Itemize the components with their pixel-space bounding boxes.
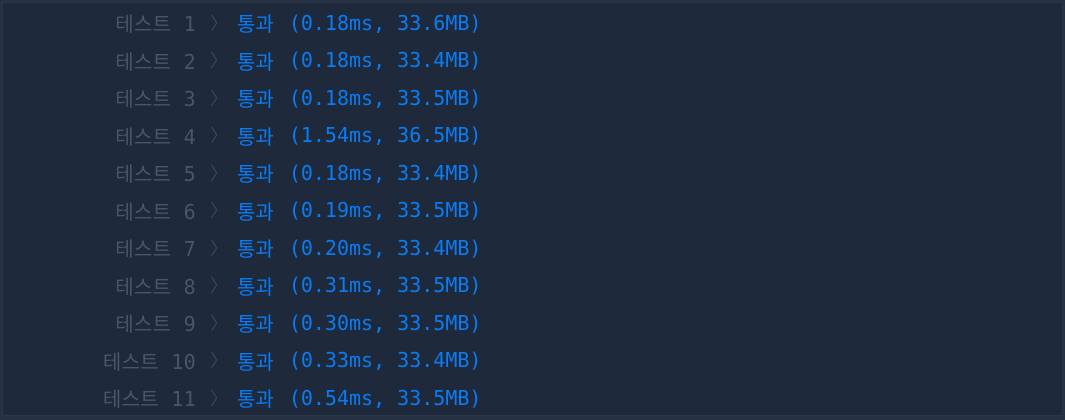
test-metrics: (0.18ms, 33.5MB) (288, 85, 482, 110)
test-status: 통과 (237, 312, 274, 337)
test-status: 통과 (237, 49, 274, 74)
test-result-row: 테스트 7 〉 통과 (0.20ms, 33.4MB) (3, 229, 1062, 267)
test-status: 통과 (237, 162, 274, 187)
chevron-right-icon: 〉 (210, 88, 228, 110)
chevron-right-icon: 〉 (210, 13, 228, 35)
test-case-label: 테스트 8 (115, 274, 196, 299)
test-status: 통과 (237, 237, 274, 262)
chevron-right-icon: 〉 (210, 276, 228, 298)
test-case-label: 테스트 5 (115, 162, 196, 187)
test-case-label: 테스트 9 (115, 312, 196, 337)
chevron-right-icon: 〉 (210, 388, 228, 410)
test-metrics: (0.31ms, 33.5MB) (288, 273, 482, 298)
test-result-row: 테스트 11 〉 통과 (0.54ms, 33.5MB) (3, 379, 1062, 417)
test-status: 통과 (237, 124, 274, 149)
test-case-label: 테스트 6 (115, 199, 196, 224)
test-case-label: 테스트 11 (102, 387, 196, 412)
test-result-row: 테스트 9 〉 통과 (0.30ms, 33.5MB) (3, 304, 1062, 342)
test-case-label: 테스트 7 (115, 237, 196, 262)
chevron-right-icon: 〉 (210, 313, 228, 335)
test-metrics: (0.20ms, 33.4MB) (288, 235, 482, 260)
test-status: 통과 (237, 12, 274, 37)
chevron-right-icon: 〉 (210, 351, 228, 373)
test-metrics: (0.18ms, 33.4MB) (288, 160, 482, 185)
test-case-label: 테스트 4 (115, 124, 196, 149)
test-metrics: (0.54ms, 33.5MB) (288, 385, 482, 410)
test-status: 통과 (237, 87, 274, 112)
test-metrics: (0.19ms, 33.5MB) (288, 198, 482, 223)
test-result-row: 테스트 5 〉 통과 (0.18ms, 33.4MB) (3, 154, 1062, 192)
test-result-row: 테스트 10 〉 통과 (0.33ms, 33.4MB) (3, 342, 1062, 380)
test-metrics: (0.18ms, 33.6MB) (288, 10, 482, 35)
test-status: 통과 (237, 387, 274, 412)
test-case-label: 테스트 10 (102, 349, 196, 374)
chevron-right-icon: 〉 (210, 126, 228, 148)
test-result-row: 테스트 6 〉 통과 (0.19ms, 33.5MB) (3, 192, 1062, 230)
test-case-label: 테스트 2 (115, 49, 196, 74)
test-results-list: 테스트 1 〉 통과 (0.18ms, 33.6MB) 테스트 2 〉 통과 (… (3, 4, 1062, 417)
test-status: 통과 (237, 274, 274, 299)
test-metrics: (0.18ms, 33.4MB) (288, 48, 482, 73)
test-status: 통과 (237, 349, 274, 374)
chevron-right-icon: 〉 (210, 238, 228, 260)
chevron-right-icon: 〉 (210, 201, 228, 223)
test-result-row: 테스트 4 〉 통과 (1.54ms, 36.5MB) (3, 117, 1062, 155)
test-result-row: 테스트 3 〉 통과 (0.18ms, 33.5MB) (3, 79, 1062, 117)
chevron-right-icon: 〉 (210, 163, 228, 185)
test-result-row: 테스트 2 〉 통과 (0.18ms, 33.4MB) (3, 42, 1062, 80)
test-result-row: 테스트 8 〉 통과 (0.31ms, 33.5MB) (3, 267, 1062, 305)
chevron-right-icon: 〉 (210, 51, 228, 73)
test-case-label: 테스트 1 (115, 12, 196, 37)
test-status: 통과 (237, 199, 274, 224)
test-metrics: (0.33ms, 33.4MB) (288, 348, 482, 373)
test-metrics: (0.30ms, 33.5MB) (288, 310, 482, 335)
test-metrics: (1.54ms, 36.5MB) (288, 123, 482, 148)
test-case-label: 테스트 3 (115, 87, 196, 112)
test-results-panel: 테스트 1 〉 통과 (0.18ms, 33.6MB) 테스트 2 〉 통과 (… (2, 2, 1063, 416)
test-result-row: 테스트 1 〉 통과 (0.18ms, 33.6MB) (3, 4, 1062, 42)
